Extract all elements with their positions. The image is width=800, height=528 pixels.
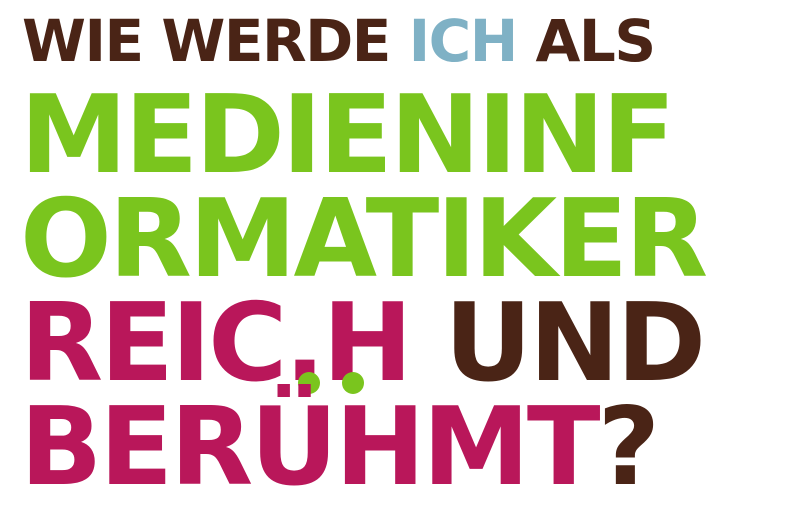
- text-als: ALS: [516, 7, 656, 75]
- headline-line-5: BERÜHMT?: [20, 394, 660, 502]
- headline-line-1: WIE WERDE ICH ALS: [22, 12, 656, 70]
- headline-line-2: MEDIENINF: [20, 73, 676, 198]
- text-wie-werde: WIE WERDE: [22, 7, 409, 75]
- text-beruehmt: BERÜHMT: [20, 385, 600, 510]
- text-ich: ICH: [408, 7, 519, 75]
- poster: WIE WERDE ICH ALS MEDIENINF ORMATIKER RE…: [0, 0, 800, 528]
- text-question-mark: ?: [597, 385, 660, 510]
- headline-line-3: ORMATIKER: [20, 177, 708, 302]
